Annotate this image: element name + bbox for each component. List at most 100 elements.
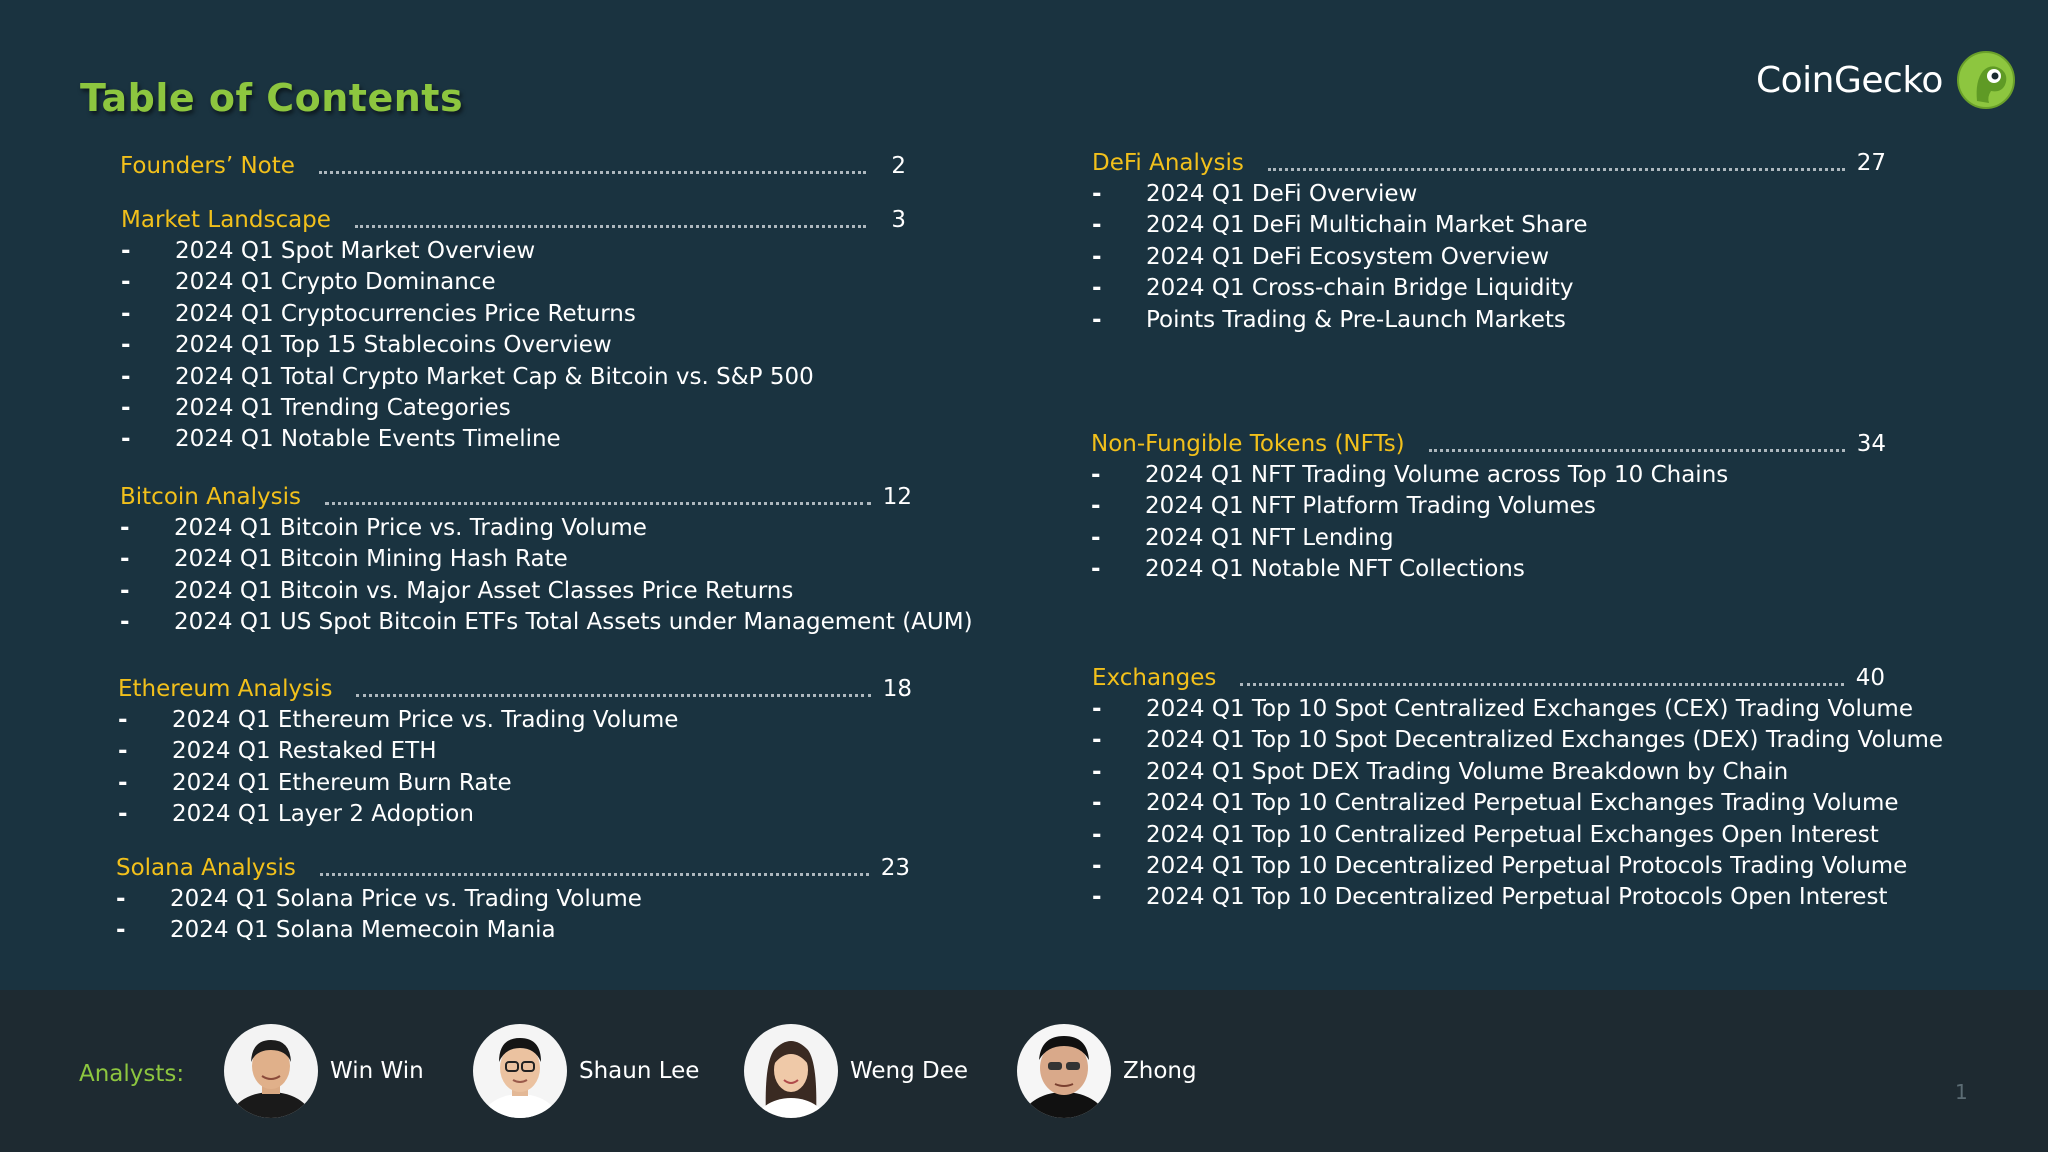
toc-item[interactable]: -2024 Q1 Total Crypto Market Cap & Bitco…: [121, 362, 906, 393]
dash-bullet: -: [1092, 243, 1102, 270]
dash-bullet: -: [121, 332, 131, 359]
toc-item[interactable]: -2024 Q1 Ethereum Burn Rate: [118, 768, 912, 799]
analysts-footer: Analysts: Win Win Shaun Lee Weng Dee Zho…: [0, 990, 2048, 1152]
toc-item[interactable]: -2024 Q1 NFT Lending: [1091, 523, 1886, 554]
coingecko-logo[interactable]: CoinGecko: [1756, 50, 2015, 110]
avatar: [1017, 1024, 1111, 1118]
section-item-list: -2024 Q1 DeFi Overview -2024 Q1 DeFi Mul…: [1092, 179, 1886, 336]
dash-bullet: -: [116, 886, 126, 912]
analyst-card: Win Win: [224, 1024, 424, 1118]
section-title: Solana Analysis: [116, 855, 296, 881]
section-title: Market Landscape: [121, 207, 331, 233]
dash-bullet: -: [1092, 181, 1102, 207]
avatar: [744, 1024, 838, 1118]
dash-bullet: -: [120, 609, 130, 636]
toc-item[interactable]: -2024 Q1 Top 10 Decentralized Perpetual …: [1092, 851, 1907, 882]
toc-item[interactable]: -2024 Q1 Top 15 Stablecoins Overview: [121, 330, 906, 361]
section-title: Bitcoin Analysis: [120, 484, 301, 510]
toc-item[interactable]: -2024 Q1 DeFi Overview: [1092, 179, 1886, 210]
dash-bullet: -: [1092, 790, 1102, 817]
toc-item[interactable]: -2024 Q1 DeFi Multichain Market Share: [1092, 210, 1886, 241]
toc-item[interactable]: -2024 Q1 Restaked ETH: [118, 736, 912, 767]
toc-item[interactable]: -2024 Q1 DeFi Ecosystem Overview: [1092, 242, 1886, 273]
section-title: Non-Fungible Tokens (NFTs): [1091, 431, 1405, 457]
toc-item[interactable]: - Points Trading & Pre-Launch Markets: [1092, 305, 1886, 336]
dash-bullet: -: [1092, 275, 1102, 302]
dash-bullet: -: [121, 394, 131, 421]
dash-bullet: -: [118, 769, 128, 796]
toc-item[interactable]: -2024 Q1 US Spot Bitcoin ETFs Total Asse…: [120, 607, 973, 638]
avatar: [473, 1024, 567, 1118]
toc-item[interactable]: -2024 Q1 NFT Platform Trading Volumes: [1091, 491, 1886, 522]
toc-item[interactable]: -2024 Q1 Cross-chain Bridge Liquidity: [1092, 273, 1886, 304]
toc-item[interactable]: -2024 Q1 Crypto Dominance: [121, 267, 906, 298]
toc-item[interactable]: -2024 Q1 Notable Events Timeline: [121, 424, 906, 455]
toc-section-ethereum-analysis[interactable]: Ethereum Analysis 18 -2024 Q1 Ethereum P…: [118, 673, 912, 831]
section-title: Ethereum Analysis: [118, 676, 333, 702]
toc-item[interactable]: -2024 Q1 Top 10 Decentralized Perpetual …: [1092, 882, 1887, 913]
dot-leader: [354, 225, 866, 228]
analyst-card: Weng Dee: [744, 1024, 968, 1118]
dot-leader: [1267, 168, 1845, 171]
toc-item[interactable]: -2024 Q1 Top 10 Centralized Perpetual Ex…: [1092, 788, 1899, 819]
toc-section-founders-note[interactable]: Founders’ Note 2: [120, 150, 906, 182]
toc-item[interactable]: -2024 Q1 NFT Trading Volume across Top 1…: [1091, 460, 1886, 491]
toc-item[interactable]: -2024 Q1 Ethereum Price vs. Trading Volu…: [118, 705, 912, 736]
analyst-card: Zhong: [1017, 1024, 1197, 1118]
slide-number: 1: [1955, 1080, 1968, 1104]
section-title: Founders’ Note: [120, 153, 295, 179]
toc-item[interactable]: -2024 Q1 Notable NFT Collections: [1091, 554, 1886, 585]
toc-item[interactable]: -2024 Q1 Bitcoin vs. Major Asset Classes…: [120, 576, 912, 607]
toc-item[interactable]: -2024 Q1 Solana Memecoin Mania: [116, 915, 910, 946]
toc-item[interactable]: -2024 Q1 Layer 2 Adoption: [118, 799, 912, 830]
avatar: [224, 1024, 318, 1118]
section-item-list: -2024 Q1 Solana Price vs. Trading Volume…: [116, 884, 910, 947]
dash-bullet: -: [1092, 727, 1102, 754]
page-number: 12: [882, 484, 912, 510]
toc-item[interactable]: -2024 Q1 Top 10 Spot Decentralized Excha…: [1092, 725, 1943, 756]
toc-section-nfts[interactable]: Non-Fungible Tokens (NFTs) 34 -2024 Q1 N…: [1091, 428, 1886, 586]
dot-leader: [356, 694, 871, 697]
dash-bullet: -: [116, 917, 126, 944]
logo-wordmark: CoinGecko: [1756, 59, 1943, 101]
toc-section-defi-analysis[interactable]: DeFi Analysis 27 -2024 Q1 DeFi Overview …: [1092, 147, 1886, 336]
page-number: 40: [1855, 665, 1885, 691]
analyst-name: Zhong: [1123, 1058, 1197, 1084]
dash-bullet: -: [120, 577, 130, 604]
dash-bullet: -: [121, 426, 131, 453]
toc-item[interactable]: -2024 Q1 Top 10 Centralized Perpetual Ex…: [1092, 820, 1885, 851]
toc-item[interactable]: -2024 Q1 Bitcoin Mining Hash Rate: [120, 544, 912, 575]
dash-bullet: -: [120, 546, 130, 573]
section-item-list: -2024 Q1 Spot Market Overview -2024 Q1 C…: [121, 236, 906, 456]
toc-section-bitcoin-analysis[interactable]: Bitcoin Analysis 12 -2024 Q1 Bitcoin Pri…: [120, 481, 973, 639]
page-number: 18: [882, 676, 912, 702]
dash-bullet: -: [118, 738, 128, 765]
toc-item[interactable]: -2024 Q1 Solana Price vs. Trading Volume: [116, 884, 910, 915]
analyst-name: Win Win: [330, 1058, 424, 1084]
dot-leader: [319, 873, 869, 876]
toc-section-exchanges[interactable]: Exchanges 40 -2024 Q1 Top 10 Spot Centra…: [1092, 662, 1943, 914]
dash-bullet: -: [1092, 758, 1102, 785]
toc-item[interactable]: -2024 Q1 Spot DEX Trading Volume Breakdo…: [1092, 757, 1885, 788]
toc-section-market-landscape[interactable]: Market Landscape 3 -2024 Q1 Spot Market …: [121, 204, 906, 456]
toc-item[interactable]: -2024 Q1 Cryptocurrencies Price Returns: [121, 299, 906, 330]
page-number: 34: [1856, 431, 1886, 457]
page-title: Table of Contents: [80, 76, 464, 120]
section-title: DeFi Analysis: [1092, 150, 1244, 176]
toc-item[interactable]: -2024 Q1 Spot Market Overview: [121, 236, 906, 267]
toc-section-solana-analysis[interactable]: Solana Analysis 23 -2024 Q1 Solana Price…: [116, 852, 910, 947]
toc-item[interactable]: -2024 Q1 Top 10 Spot Centralized Exchang…: [1092, 694, 1913, 725]
dash-bullet: -: [120, 515, 130, 541]
dot-leader: [1428, 449, 1845, 452]
gecko-icon: [1956, 51, 2015, 109]
dash-bullet: -: [1092, 884, 1102, 911]
toc-item[interactable]: -2024 Q1 Trending Categories: [121, 393, 906, 424]
dash-bullet: -: [1091, 556, 1101, 583]
section-title: Exchanges: [1092, 665, 1217, 691]
dash-bullet: -: [118, 801, 128, 828]
section-item-list: -2024 Q1 Top 10 Spot Centralized Exchang…: [1092, 694, 1943, 914]
dash-bullet: -: [1092, 696, 1102, 722]
dash-bullet: -: [118, 707, 128, 733]
toc-item[interactable]: -2024 Q1 Bitcoin Price vs. Trading Volum…: [120, 513, 912, 544]
dash-bullet: -: [1091, 524, 1101, 551]
